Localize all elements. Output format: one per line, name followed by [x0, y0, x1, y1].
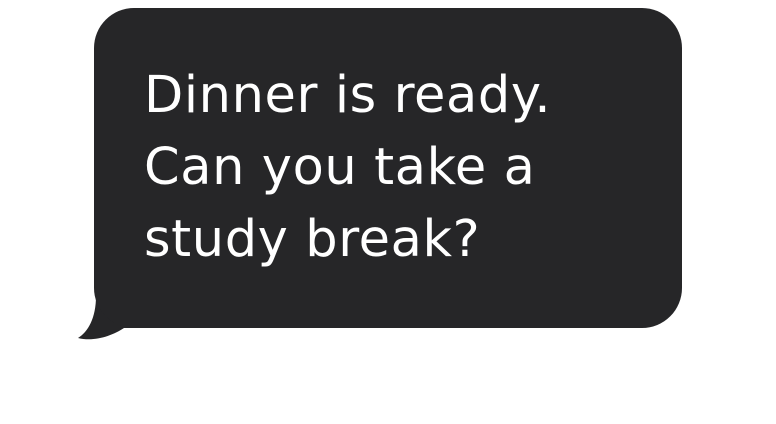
- message-text: Dinner is ready. Can you take a study br…: [144, 66, 552, 269]
- message-thread: Dinner is ready. Can you take a study br…: [0, 0, 776, 424]
- message-bubble[interactable]: Dinner is ready. Can you take a study br…: [94, 8, 682, 328]
